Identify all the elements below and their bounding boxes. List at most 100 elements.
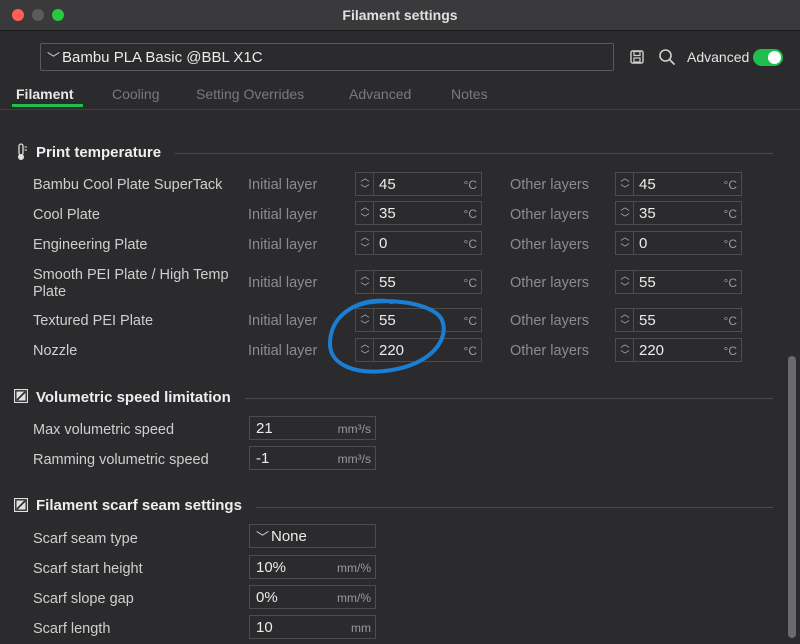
spin-down-icon[interactable]: ﹀ bbox=[620, 184, 630, 194]
spin-up-icon[interactable]: ︿ bbox=[360, 173, 370, 183]
nozzle-initial-temp-input[interactable]: ︿ ﹀ 220 °C bbox=[355, 338, 482, 362]
spin-down-icon[interactable]: ﹀ bbox=[620, 243, 630, 253]
save-icon[interactable] bbox=[629, 49, 645, 65]
scarf-slope-gap-input[interactable]: 0% mm/% bbox=[249, 585, 376, 609]
spin-control[interactable]: ︿ ﹀ bbox=[616, 309, 634, 331]
spin-up-icon[interactable]: ︿ bbox=[360, 202, 370, 212]
unit-label: mm³/s bbox=[337, 422, 371, 436]
spin-down-icon[interactable]: ﹀ bbox=[620, 320, 630, 330]
row-label-scarf-slope-gap: Scarf slope gap bbox=[33, 591, 134, 607]
field-value: 0 bbox=[379, 235, 388, 252]
field-value: 10% bbox=[256, 559, 287, 576]
spin-control[interactable]: ︿ ﹀ bbox=[356, 202, 374, 224]
scarf-seam-type-dropdown[interactable]: ﹀ None bbox=[249, 524, 376, 548]
spin-down-icon[interactable]: ﹀ bbox=[360, 243, 370, 253]
engineering-plate-initial-temp-input[interactable]: ︿ ﹀ 0 °C bbox=[355, 231, 482, 255]
spin-control[interactable]: ︿ ﹀ bbox=[616, 202, 634, 224]
tab-filament[interactable]: Filament bbox=[16, 86, 74, 102]
tab-advanced[interactable]: Advanced bbox=[349, 86, 411, 102]
advanced-toggle[interactable] bbox=[753, 49, 783, 66]
row-label-scarf-start-height: Scarf start height bbox=[33, 561, 143, 577]
max-volumetric-speed-input[interactable]: 21 mm³/s bbox=[249, 416, 376, 440]
scrollbar-thumb[interactable] bbox=[788, 356, 796, 638]
field-value: 0 bbox=[639, 235, 648, 252]
spin-control[interactable]: ︿ ﹀ bbox=[616, 271, 634, 293]
spin-up-icon[interactable]: ︿ bbox=[620, 271, 630, 281]
spin-up-icon[interactable]: ︿ bbox=[620, 309, 630, 319]
other-layers-label: Other layers bbox=[510, 177, 589, 193]
unit-label: °C bbox=[463, 178, 477, 192]
ramming-volumetric-speed-input[interactable]: -1 mm³/s bbox=[249, 446, 376, 470]
spin-down-icon[interactable]: ﹀ bbox=[620, 282, 630, 292]
unit-label: °C bbox=[463, 207, 477, 221]
parameter-icon bbox=[14, 389, 28, 403]
unit-label: °C bbox=[723, 344, 737, 358]
field-value: 10 bbox=[256, 619, 273, 636]
smooth-pei-other-temp-input[interactable]: ︿ ﹀ 55 °C bbox=[615, 270, 742, 294]
spin-control[interactable]: ︿ ﹀ bbox=[356, 232, 374, 254]
tab-cooling[interactable]: Cooling bbox=[112, 86, 159, 102]
row-label-max-volumetric-speed: Max volumetric speed bbox=[33, 422, 175, 438]
spin-control[interactable]: ︿ ﹀ bbox=[356, 339, 374, 361]
chevron-down-icon: ﹀ bbox=[256, 530, 270, 545]
nozzle-other-temp-input[interactable]: ︿ ﹀ 220 °C bbox=[615, 338, 742, 362]
unit-label: mm/% bbox=[337, 561, 371, 575]
spin-down-icon[interactable]: ﹀ bbox=[360, 213, 370, 223]
field-value: None bbox=[271, 528, 307, 545]
field-value: 55 bbox=[379, 312, 396, 329]
tab-notes[interactable]: Notes bbox=[451, 86, 488, 102]
supertack-other-temp-input[interactable]: ︿ ﹀ 45 °C bbox=[615, 172, 742, 196]
filament-preset-dropdown[interactable]: ﹀ Bambu PLA Basic @BBL X1C bbox=[40, 43, 614, 71]
unit-label: °C bbox=[463, 237, 477, 251]
spin-down-icon[interactable]: ﹀ bbox=[360, 282, 370, 292]
section-divider bbox=[245, 398, 773, 399]
unit-label: °C bbox=[463, 276, 477, 290]
cool-plate-other-temp-input[interactable]: ︿ ﹀ 35 °C bbox=[615, 201, 742, 225]
row-label-cool-plate: Cool Plate bbox=[33, 207, 100, 223]
spin-down-icon[interactable]: ﹀ bbox=[360, 320, 370, 330]
unit-label: °C bbox=[723, 207, 737, 221]
spin-down-icon[interactable]: ﹀ bbox=[360, 184, 370, 194]
row-label-supertack: Bambu Cool Plate SuperTack bbox=[33, 177, 223, 193]
spin-up-icon[interactable]: ︿ bbox=[620, 173, 630, 183]
row-label-ramming-volumetric-speed: Ramming volumetric speed bbox=[33, 452, 209, 468]
spin-up-icon[interactable]: ︿ bbox=[360, 232, 370, 242]
spin-down-icon[interactable]: ﹀ bbox=[620, 213, 630, 223]
smooth-pei-initial-temp-input[interactable]: ︿ ﹀ 55 °C bbox=[355, 270, 482, 294]
other-layers-label: Other layers bbox=[510, 237, 589, 253]
supertack-initial-temp-input[interactable]: ︿ ﹀ 45 °C bbox=[355, 172, 482, 196]
spin-up-icon[interactable]: ︿ bbox=[620, 232, 630, 242]
tab-setting-overrides[interactable]: Setting Overrides bbox=[196, 86, 304, 102]
textured-pei-initial-temp-input[interactable]: ︿ ﹀ 55 °C bbox=[355, 308, 482, 332]
unit-label: mm bbox=[351, 621, 371, 635]
spin-up-icon[interactable]: ︿ bbox=[360, 271, 370, 281]
unit-label: mm/% bbox=[337, 591, 371, 605]
spin-control[interactable]: ︿ ﹀ bbox=[616, 232, 634, 254]
other-layers-label: Other layers bbox=[510, 313, 589, 329]
spin-control[interactable]: ︿ ﹀ bbox=[616, 173, 634, 195]
spin-up-icon[interactable]: ︿ bbox=[360, 309, 370, 319]
unit-label: °C bbox=[723, 237, 737, 251]
spin-up-icon[interactable]: ︿ bbox=[360, 339, 370, 349]
search-icon[interactable] bbox=[658, 48, 676, 66]
scarf-length-input[interactable]: 10 mm bbox=[249, 615, 376, 639]
spin-down-icon[interactable]: ﹀ bbox=[620, 350, 630, 360]
spin-up-icon[interactable]: ︿ bbox=[620, 202, 630, 212]
unit-label: mm³/s bbox=[337, 452, 371, 466]
initial-layer-label: Initial layer bbox=[248, 237, 318, 253]
engineering-plate-other-temp-input[interactable]: ︿ ﹀ 0 °C bbox=[615, 231, 742, 255]
chevron-down-icon: ﹀ bbox=[47, 51, 61, 66]
spin-control[interactable]: ︿ ﹀ bbox=[356, 173, 374, 195]
section-title-volumetric: Volumetric speed limitation bbox=[36, 389, 231, 406]
title-bar: Filament settings bbox=[0, 0, 800, 31]
textured-pei-other-temp-input[interactable]: ︿ ﹀ 55 °C bbox=[615, 308, 742, 332]
spin-down-icon[interactable]: ﹀ bbox=[360, 350, 370, 360]
row-label-smooth-pei-line2: Plate bbox=[33, 284, 67, 300]
filament-settings-window: Filament settings ﹀ Bambu PLA Basic @BBL… bbox=[0, 0, 800, 644]
spin-control[interactable]: ︿ ﹀ bbox=[356, 309, 374, 331]
cool-plate-initial-temp-input[interactable]: ︿ ﹀ 35 °C bbox=[355, 201, 482, 225]
spin-control[interactable]: ︿ ﹀ bbox=[616, 339, 634, 361]
scarf-start-height-input[interactable]: 10% mm/% bbox=[249, 555, 376, 579]
spin-up-icon[interactable]: ︿ bbox=[620, 339, 630, 349]
spin-control[interactable]: ︿ ﹀ bbox=[356, 271, 374, 293]
